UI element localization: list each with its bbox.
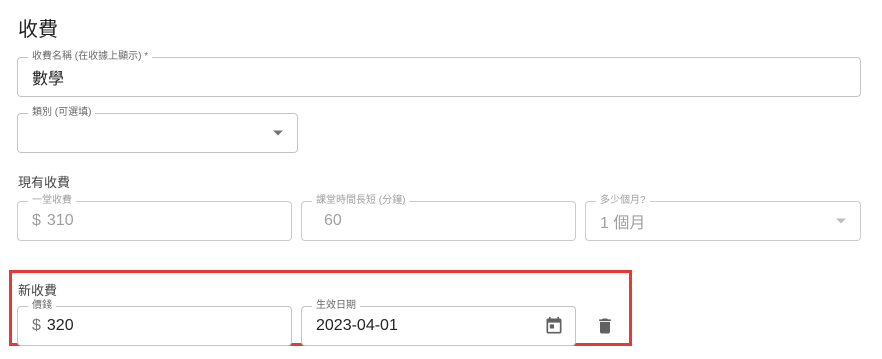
calendar-icon[interactable] bbox=[543, 315, 565, 337]
effective-date-value: 2023-04-01 bbox=[316, 317, 398, 334]
current-fee-title: 現有收費 bbox=[18, 175, 71, 190]
duration-label: 課堂時間長短 (分鐘) bbox=[312, 194, 410, 208]
duration-field: 課堂時間長短 (分鐘) 60 bbox=[301, 194, 576, 241]
effective-date-field[interactable]: 生效日期 2023-04-01 bbox=[301, 299, 576, 346]
fee-name-label: 收費名稱 (在收據上顯示) * bbox=[28, 50, 153, 64]
price-value-wrap: $320 bbox=[32, 317, 74, 335]
trash-icon[interactable] bbox=[593, 314, 617, 338]
months-select: 多少個月? 1 個月 bbox=[585, 194, 861, 241]
price-field[interactable]: 價錢 $320 bbox=[17, 299, 292, 346]
section-title: 收費 bbox=[18, 19, 58, 41]
chevron-down-icon bbox=[273, 130, 283, 136]
chevron-down-icon bbox=[836, 218, 846, 224]
lesson-fee-value-wrap: $310 bbox=[32, 212, 74, 230]
category-select[interactable]: 類別 (可選填) bbox=[17, 106, 298, 153]
months-value: 1 個月 bbox=[600, 215, 646, 232]
lesson-fee-label: 一堂收費 bbox=[28, 194, 76, 208]
months-label: 多少個月? bbox=[596, 194, 650, 208]
duration-value: 60 bbox=[324, 212, 342, 229]
currency-prefix: $ bbox=[32, 317, 41, 334]
lesson-fee-field: 一堂收費 $310 bbox=[17, 194, 292, 241]
fee-name-field[interactable]: 收費名稱 (在收據上顯示) * 數學 bbox=[17, 50, 861, 97]
category-label: 類別 (可選填) bbox=[28, 106, 96, 120]
lesson-fee-value: 310 bbox=[46, 212, 74, 229]
new-fee-title: 新收費 bbox=[18, 283, 58, 298]
currency-prefix: $ bbox=[32, 212, 41, 229]
fee-name-value: 數學 bbox=[32, 71, 65, 88]
price-label: 價錢 bbox=[28, 299, 56, 313]
price-value: 320 bbox=[46, 317, 74, 334]
effective-date-label: 生效日期 bbox=[312, 299, 360, 313]
